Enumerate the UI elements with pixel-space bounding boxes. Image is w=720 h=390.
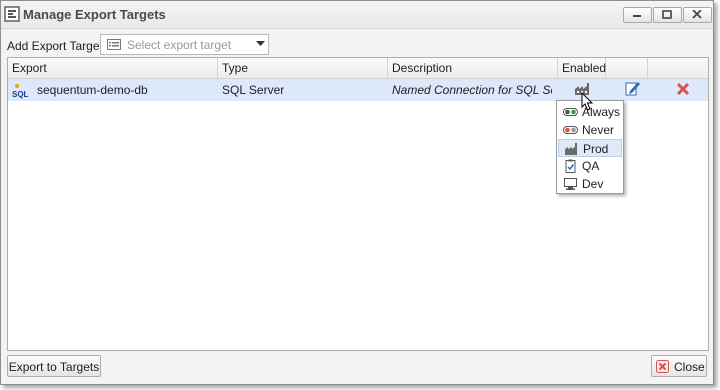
- column-header-export[interactable]: Export: [8, 58, 218, 78]
- minimize-icon: [633, 15, 641, 17]
- menu-item-label: QA: [582, 159, 600, 173]
- menu-item-qa[interactable]: QA: [558, 157, 622, 175]
- monitor-icon: [564, 178, 577, 190]
- menu-item-dev[interactable]: Dev: [558, 175, 622, 193]
- table-row[interactable]: SQL sequentum-demo-db SQL Server Named C…: [8, 79, 708, 101]
- export-to-targets-button[interactable]: Export to Targets: [7, 355, 101, 377]
- close-button-label: Close: [674, 360, 705, 374]
- delete-x-icon: [676, 82, 690, 96]
- chevron-down-icon[interactable]: [256, 41, 265, 47]
- svg-text:SQL: SQL: [12, 90, 29, 99]
- export-name-cell: sequentum-demo-db: [37, 83, 148, 97]
- edit-icon: [625, 82, 640, 96]
- column-header-type[interactable]: Type: [218, 58, 388, 78]
- dialog-title: Manage Export Targets: [23, 7, 166, 22]
- menu-item-never[interactable]: Never: [558, 121, 622, 139]
- menu-item-label: Dev: [582, 177, 604, 191]
- add-export-target-label: Add Export Target: [7, 39, 103, 53]
- menu-item-label: Prod: [583, 142, 609, 156]
- delete-button[interactable]: [676, 81, 690, 103]
- export-target-placeholder: Select export target: [127, 38, 232, 52]
- menu-item-prod[interactable]: Prod: [558, 139, 622, 157]
- menu-item-label: Never: [582, 123, 615, 137]
- grid-header: Export Type Description Enabled: [8, 58, 708, 79]
- export-target-select[interactable]: Select export target: [100, 34, 269, 55]
- maximize-button[interactable]: [653, 7, 682, 23]
- title-bar[interactable]: Manage Export Targets: [1, 1, 713, 29]
- edit-button[interactable]: [625, 80, 641, 102]
- manage-export-targets-dialog: Manage Export Targets Add Export Target …: [0, 0, 714, 385]
- export-targets-icon: [4, 6, 20, 22]
- toggle-off-icon: [563, 126, 578, 134]
- close-button[interactable]: Close: [651, 355, 707, 377]
- toggle-on-icon: [563, 108, 578, 116]
- enabled-options-dropdown: Always Never Prod QA Dev: [556, 100, 624, 194]
- minimize-button[interactable]: [623, 7, 652, 23]
- close-icon: [692, 10, 702, 19]
- list-icon: [107, 39, 121, 50]
- column-header-description[interactable]: Description: [388, 58, 558, 78]
- factory-icon: [565, 143, 577, 155]
- description-cell: Named Connection for SQL Ser...: [392, 83, 552, 97]
- column-header-enabled[interactable]: Enabled: [558, 58, 606, 78]
- column-header-edit: [606, 58, 648, 78]
- type-cell: SQL Server: [222, 83, 285, 97]
- close-x-icon: [656, 360, 669, 373]
- window-close-button[interactable]: [683, 7, 712, 23]
- maximize-icon: [662, 10, 672, 19]
- clipboard-check-icon: [565, 159, 576, 173]
- sql-server-icon: SQL: [12, 79, 30, 101]
- mouse-cursor-icon: [581, 92, 594, 111]
